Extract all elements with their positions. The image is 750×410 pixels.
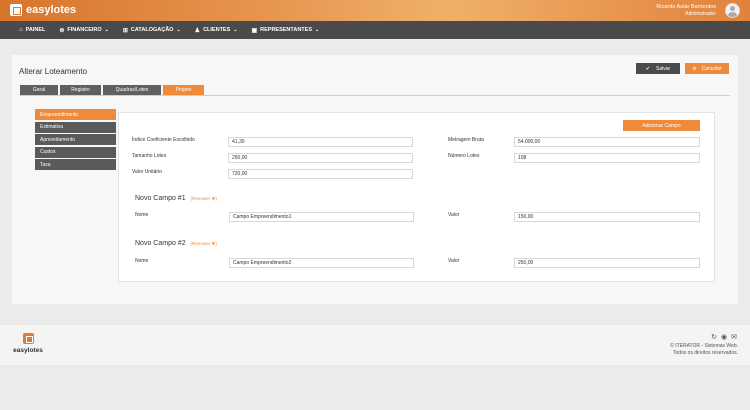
github-icon[interactable]: ◉ [721,333,727,341]
numero-lotes-label: Número Lotes [448,153,480,159]
main-nav: ⌂ PAINEL ⊜ FINANCEIRO ⌄ ⊞ CATALOGAÇÃO ⌄ … [0,21,750,39]
user-info[interactable]: Ricardo Aular Barrientos Administrador [656,4,716,18]
custom-field-2-name-label: Nome [135,258,149,264]
side-menu: Empreendimento Estimativa Aproveitamento… [35,109,116,172]
custom-field-title-text: Novo Campo #2 [135,240,186,247]
app-name: easylotes [26,4,77,16]
indice-label: Índice Coeficiente Escolhido [132,137,195,143]
mail-icon[interactable]: ✉ [731,333,737,341]
valor-unitario-label: Valor Unitário [132,169,162,175]
custom-field-1-value-label: Valor [448,212,460,218]
book-icon: ⊞ [122,27,128,34]
custom-field-2-value-input[interactable]: 250,00 [514,258,700,268]
nav-item-catalogacao[interactable]: ⊞ CATALOGAÇÃO ⌄ [123,27,181,34]
avatar[interactable] [725,3,740,18]
tab-geral[interactable]: Geral [20,85,58,95]
metragem-label: Metragem Bruta [448,137,484,143]
nav-label: CATALOGAÇÃO [130,27,174,33]
add-field-button[interactable]: Adicionar Campo [623,120,700,131]
money-icon: ⊜ [59,27,65,34]
remove-link[interactable]: (Remover ✖) [191,196,217,201]
nav-label: REPRESENTANTES [260,27,312,33]
custom-field-2-title: Novo Campo #2 (Remover ✖) [135,240,217,247]
main-panel: Alterar Loteamento ✔ Salvar ⊘ Cancelar G… [12,55,738,304]
nav-label: PAINEL [25,27,46,33]
valor-unitario-input[interactable]: 720,00 [228,169,413,179]
tab-bar: Geral Registro Quadras/Lotes Projeto [20,85,204,95]
home-icon: ⌂ [19,27,23,33]
user-name: Ricardo Aular Barrientos [656,4,716,10]
app-logo[interactable]: easylotes [10,4,76,16]
tab-registro[interactable]: Registro [60,85,101,95]
numero-lotes-input[interactable]: 108 [514,153,700,163]
footer: easylotes ↻ ◉ ✉ © ITERATOR - Sistemas We… [0,325,750,365]
custom-field-2-name-input[interactable]: Campo Empreendimento2 [229,258,414,268]
nav-item-clientes[interactable]: ♟ CLIENTES ⌄ [195,27,238,34]
side-item-empreendimento[interactable]: Empreendimento [35,109,116,120]
refresh-icon[interactable]: ↻ [711,333,717,341]
metragem-input[interactable]: 54.000,00 [514,137,700,147]
indice-input[interactable]: 41,30 [228,137,413,147]
page-title: Alterar Loteamento [19,67,88,76]
tamanho-label: Tamanho Lotes [132,153,167,159]
custom-field-2-value-label: Valor [448,258,460,264]
tab-divider [20,95,730,96]
chevron-down-icon: ⌄ [233,27,238,33]
save-button[interactable]: ✔ Salvar [636,63,680,74]
cancel-icon: ⊘ [692,65,697,72]
rights-text: Todos os direitos reservados. [672,350,738,356]
nav-item-financeiro[interactable]: ⊜ FINANCEIRO ⌄ [59,27,108,34]
cancel-button[interactable]: ⊘ Cancelar [685,63,729,74]
tab-quadras-lotes[interactable]: Quadras/Lotes [103,85,161,95]
footer-logo[interactable]: easylotes [12,333,44,354]
nav-label: FINANCEIRO [67,27,102,33]
side-item-aproveitamento[interactable]: Aproveitamento [35,134,116,146]
chevron-down-icon: ⌄ [176,27,181,33]
custom-field-title-text: Novo Campo #1 [135,195,186,202]
project-form: Adicionar Campo Índice Coeficiente Escol… [118,112,715,282]
nav-item-representantes[interactable]: ▣ REPRESENTANTES ⌄ [251,27,319,34]
user-role: Administrador [685,11,716,17]
footer-icons: ↻ ◉ ✉ [711,333,737,341]
side-item-custos[interactable]: Custos [35,146,116,158]
chevron-down-icon: ⌄ [104,27,109,33]
custom-field-1-title: Novo Campo #1 (Remover ✖) [135,195,217,202]
custom-field-1-name-input[interactable]: Campo Empreendimento1 [229,212,414,222]
nav-item-painel[interactable]: ⌂ PAINEL [19,27,45,33]
check-icon: ✔ [645,65,650,72]
copyright-text: © ITERATOR - Sistemas Web. [670,343,738,349]
save-label: Salvar [656,65,671,72]
footer-logo-text: easylotes [13,347,43,354]
briefcase-icon: ▣ [251,27,258,34]
cancel-label: Cancelar [701,65,722,72]
users-icon: ♟ [194,27,201,34]
side-item-estimativa[interactable]: Estimativa [35,121,116,133]
tamanho-input[interactable]: 250,00 [228,153,413,163]
top-bar: easylotes Ricardo Aular Barrientos Admin… [0,0,750,21]
nav-label: CLIENTES [203,27,231,33]
custom-field-1-name-label: Nome [135,212,149,218]
remove-link[interactable]: (Remover ✖) [191,241,217,246]
side-item-taxa[interactable]: Taxa [35,159,116,171]
footer-copyright: © ITERATOR - Sistemas Web. Todos os dire… [670,343,738,357]
logo-icon [22,333,34,344]
tab-projeto[interactable]: Projeto [163,85,204,95]
chevron-down-icon: ⌄ [315,27,320,33]
logo-icon [10,4,22,16]
custom-field-1-value-input[interactable]: 150,00 [514,212,700,222]
